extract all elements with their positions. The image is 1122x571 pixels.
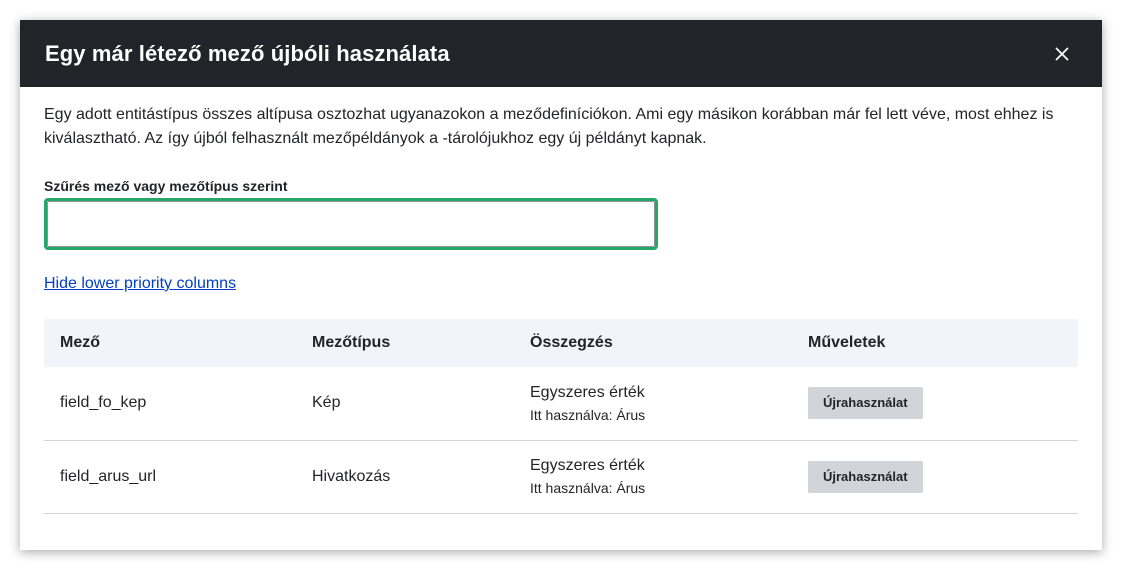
reuse-button[interactable]: Újrahasználat [808,387,923,420]
existing-fields-table: Mező Mezőtípus Összegzés Műveletek field… [44,319,1078,514]
filter-input[interactable] [47,201,655,247]
summary-used-in: Itt használva: Árus [530,480,646,496]
field-type-cell: Kép [312,394,341,412]
table-row: field_arus_url Hivatkozás Egyszeres érté… [44,440,1078,513]
column-header-field-type: Mezőtípus [312,334,391,351]
filter-focus-ring [44,198,658,250]
table-row: field_fo_kep Kép Egyszeres érték Itt has… [44,367,1078,440]
reuse-field-dialog: Egy már létező mező újbóli használata Eg… [20,20,1102,550]
column-header-field: Mező [60,334,100,351]
field-name-cell: field_arus_url [60,467,157,485]
close-button[interactable] [1046,38,1078,70]
field-type-cell: Hivatkozás [312,467,391,485]
summary-used-in: Itt használva: Árus [530,406,646,423]
filter-label: Szűrés mező vagy mezőtípus szerint [44,178,288,194]
summary-cell: Egyszeres érték Itt használva: Árus [514,440,792,513]
hide-lower-priority-columns-link[interactable]: Hide lower priority columns [44,275,236,293]
summary-cardinality: Egyszeres érték [530,383,645,401]
dialog-content: Egy adott entitástípus összes altípusa o… [20,87,1102,514]
summary-cell: Egyszeres érték Itt használva: Árus [514,367,792,440]
table-header-row: Mező Mezőtípus Összegzés Műveletek [44,319,1078,367]
dialog-title: Egy már létező mező újbóli használata [45,40,450,66]
field-name-cell: field_fo_kep [60,394,147,412]
reuse-button[interactable]: Újrahasználat [808,460,923,493]
dialog-description: Egy adott entitástípus összes altípusa o… [44,106,1054,147]
operations-cell: Újrahasználat [792,367,1078,440]
summary-cardinality: Egyszeres érték [530,457,645,474]
column-header-summary: Összegzés [530,334,613,351]
close-icon [1055,47,1069,60]
operations-cell: Újrahasználat [792,440,1078,513]
column-header-operations: Műveletek [808,334,886,351]
dialog-titlebar: Egy már létező mező újbóli használata [20,20,1102,87]
